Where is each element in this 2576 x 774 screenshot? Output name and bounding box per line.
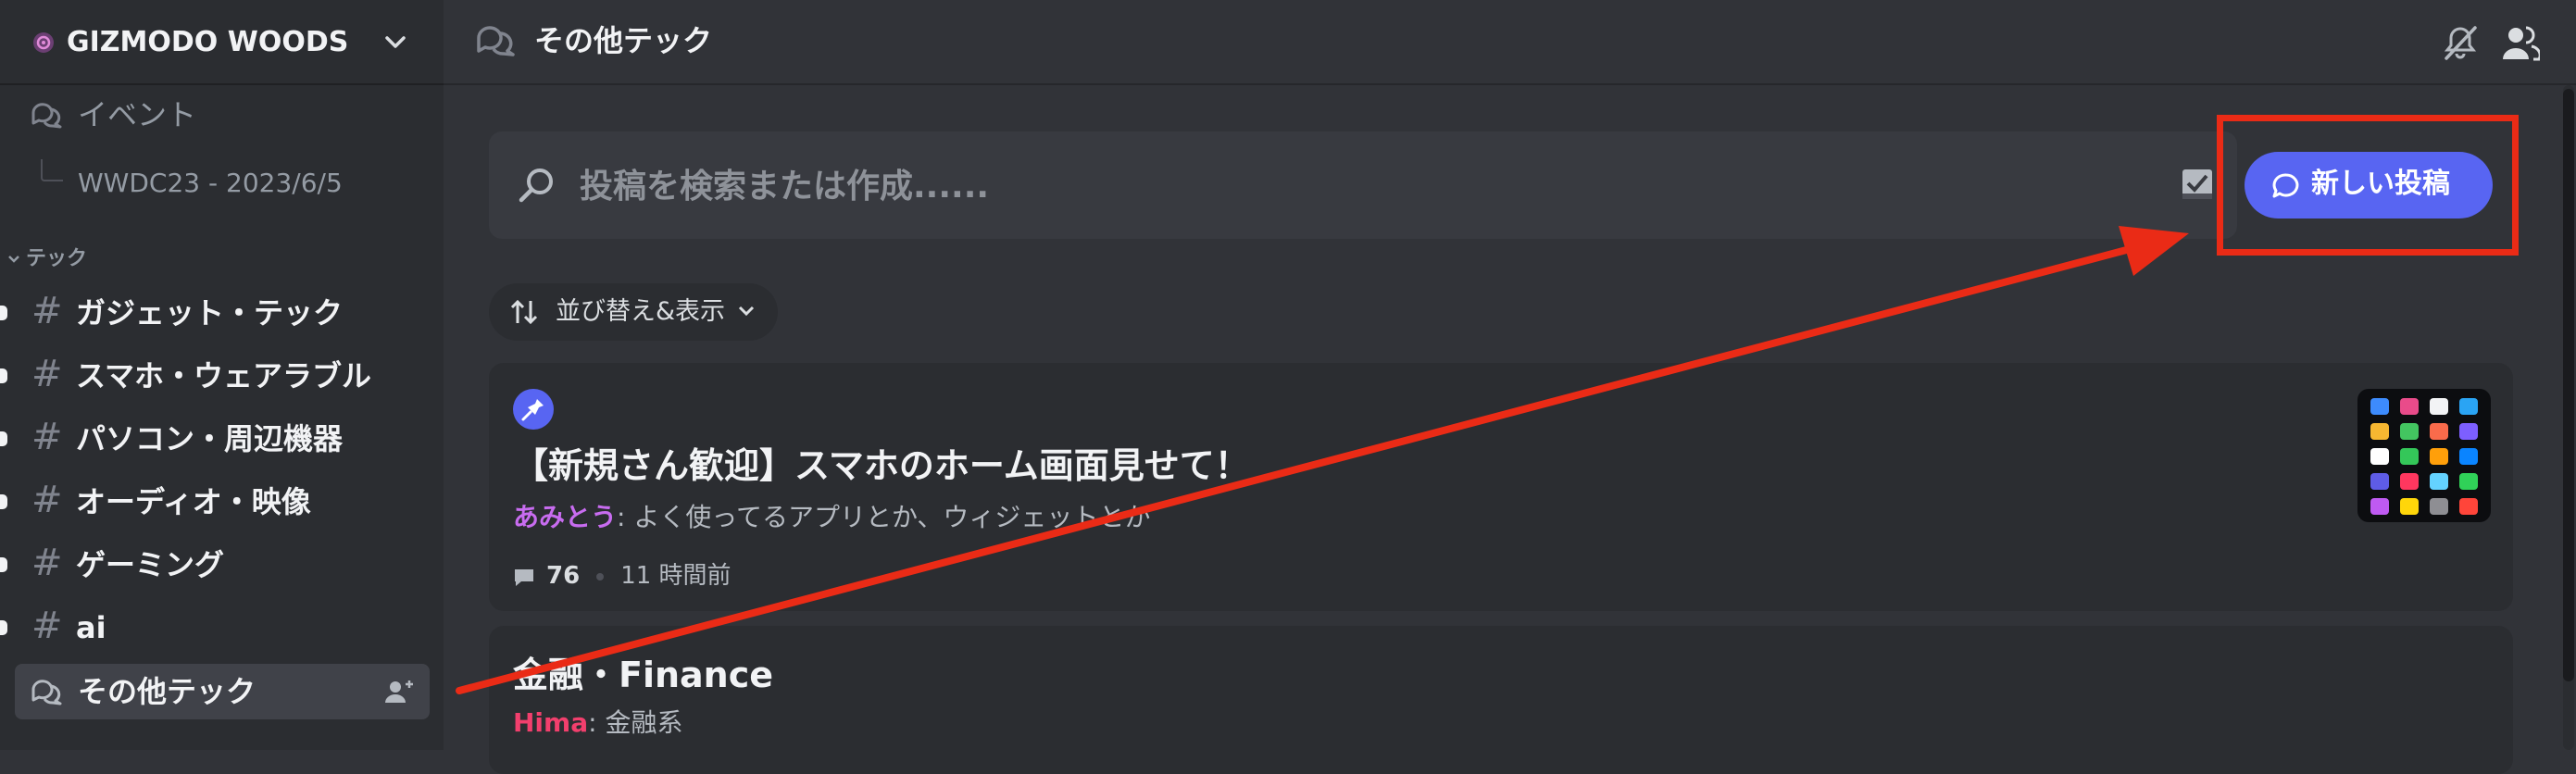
- app-icon-tile: [2370, 498, 2389, 515]
- sidebar-item-events-forum[interactable]: イベント: [15, 87, 430, 143]
- sidebar-item-ai[interactable]: # ai: [15, 600, 430, 655]
- reply-count: 76: [546, 562, 581, 590]
- app-icon-tile: [2459, 423, 2478, 440]
- app-icon-tile: [2430, 473, 2448, 490]
- unread-indicator: [0, 368, 7, 383]
- unread-indicator: [0, 306, 7, 320]
- sidebar-item-label: イベント: [78, 97, 197, 132]
- annotation-highlight-box: [2217, 115, 2519, 256]
- app-icon-tile: [2370, 398, 2389, 415]
- forum-post-card[interactable]: 金融・Finance Hima: 金融系: [489, 626, 2513, 774]
- post-author: あみとう: [513, 502, 618, 532]
- hash-icon: #: [31, 479, 63, 521]
- app-icon-tile: [2430, 448, 2448, 465]
- post-preview-text: : 金融系: [588, 707, 683, 738]
- post-search-bar: [489, 131, 2237, 239]
- search-input[interactable]: [578, 157, 1693, 215]
- notification-muted-icon[interactable]: [2442, 24, 2479, 61]
- post-title: 金融・Finance: [513, 655, 774, 695]
- chevron-down-icon[interactable]: [381, 28, 409, 56]
- app-icon-tile: [2370, 448, 2389, 465]
- post-author: Hima: [513, 707, 589, 738]
- forum-icon: [31, 103, 62, 129]
- post-meta: 76 11 時間前: [513, 557, 732, 594]
- app-icon-tile: [2430, 423, 2448, 440]
- category-label: テック: [26, 247, 88, 270]
- app-icon-tile: [2400, 423, 2419, 440]
- server-badge-icon: [33, 32, 54, 53]
- sidebar-item-gaming[interactable]: # ゲーミング: [15, 537, 430, 593]
- channel-header: その他テック: [444, 0, 2576, 85]
- message-icon: [515, 568, 533, 586]
- app-icon-tile: [2459, 398, 2478, 415]
- unread-indicator: [0, 494, 7, 509]
- sidebar-item-label: その他テック: [78, 674, 256, 709]
- pin-icon: [513, 389, 554, 430]
- member-list-icon[interactable]: [2501, 24, 2540, 61]
- hash-icon: #: [31, 353, 63, 395]
- hash-icon: #: [31, 542, 63, 584]
- sidebar-item-label: スマホ・ウェアラブル: [76, 358, 372, 393]
- hash-icon: #: [31, 605, 63, 647]
- forum-icon: [31, 680, 62, 705]
- sidebar-item-smartphone-wearable[interactable]: # スマホ・ウェアラブル: [15, 348, 430, 404]
- server-name: GIZMODO WOODS: [67, 26, 349, 58]
- unread-indicator: [0, 557, 7, 572]
- post-preview: あみとう: よく使ってるアプリとか、ウィジェットとか: [513, 500, 1150, 535]
- app-icon-tile: [2400, 473, 2419, 490]
- sidebar-item-label: ゲーミング: [76, 547, 225, 582]
- app-icon-tile: [2430, 398, 2448, 415]
- search-icon: [519, 169, 553, 203]
- channel-title: その他テック: [534, 23, 713, 58]
- sidebar-thread-wwdc23[interactable]: WWDC23 - 2023/6/5: [15, 159, 430, 200]
- post-timestamp: 11 時間前: [620, 562, 732, 590]
- channel-sidebar: GIZMODO WOODS イベント WWDC23 - 2023/6/5 テック…: [0, 0, 444, 750]
- sidebar-item-gadget-tech[interactable]: # ガジェット・テック: [15, 285, 430, 341]
- app-icon-tile: [2400, 498, 2419, 515]
- app-icon-tile: [2370, 473, 2389, 490]
- forum-post-card[interactable]: 【新規さん歓迎】スマホのホーム画面見せて！ あみとう: よく使ってるアプリとか、…: [489, 363, 2513, 611]
- app-icon-tile: [2430, 498, 2448, 515]
- sort-label: 並び替え&表示: [556, 297, 726, 326]
- app-icon-tile: [2370, 423, 2389, 440]
- sort-icon: [510, 299, 538, 325]
- app-icon-tile: [2400, 398, 2419, 415]
- sidebar-item-label: パソコン・周辺機器: [76, 421, 344, 456]
- sidebar-item-label: ガジェット・テック: [76, 295, 344, 331]
- chevron-down-icon: [738, 306, 755, 317]
- chevron-down-icon: [7, 244, 20, 274]
- sidebar-item-other-tech[interactable]: その他テック: [15, 664, 430, 719]
- post-title: 【新規さん歓迎】スマホのホーム画面見せて！: [513, 445, 1250, 486]
- sidebar-item-audio-video[interactable]: # オーディオ・映像: [15, 474, 430, 530]
- thread-label: WWDC23 - 2023/6/5: [78, 168, 343, 198]
- app-icon-tile: [2400, 448, 2419, 465]
- thread-connector: [41, 159, 63, 181]
- forum-icon: [477, 26, 515, 56]
- app-icon-tile: [2459, 498, 2478, 515]
- server-header[interactable]: GIZMODO WOODS: [0, 0, 444, 85]
- hash-icon: #: [31, 290, 63, 332]
- post-preview: Hima: 金融系: [513, 705, 682, 741]
- post-preview-text: : よく使ってるアプリとか、ウィジェットとか: [617, 502, 1151, 532]
- category-tech[interactable]: テック: [7, 244, 87, 274]
- app-icon-tile: [2459, 473, 2478, 490]
- app-icon-tile: [2459, 448, 2478, 465]
- unread-indicator: [0, 431, 7, 446]
- post-thumbnail-image: [2357, 389, 2491, 522]
- separator-dot: [596, 572, 605, 580]
- hash-icon: #: [31, 416, 63, 458]
- add-member-icon[interactable]: [383, 679, 415, 705]
- sidebar-item-pc-peripherals[interactable]: # パソコン・周辺機器: [15, 411, 430, 467]
- tag-filter-icon[interactable]: [2180, 167, 2215, 202]
- unread-indicator: [0, 620, 7, 635]
- sidebar-item-label: オーディオ・映像: [76, 484, 311, 519]
- sidebar-item-label: ai: [76, 610, 106, 645]
- sort-and-view-button[interactable]: 並び替え&表示: [489, 283, 778, 341]
- scrollbar-thumb[interactable]: [2563, 89, 2574, 681]
